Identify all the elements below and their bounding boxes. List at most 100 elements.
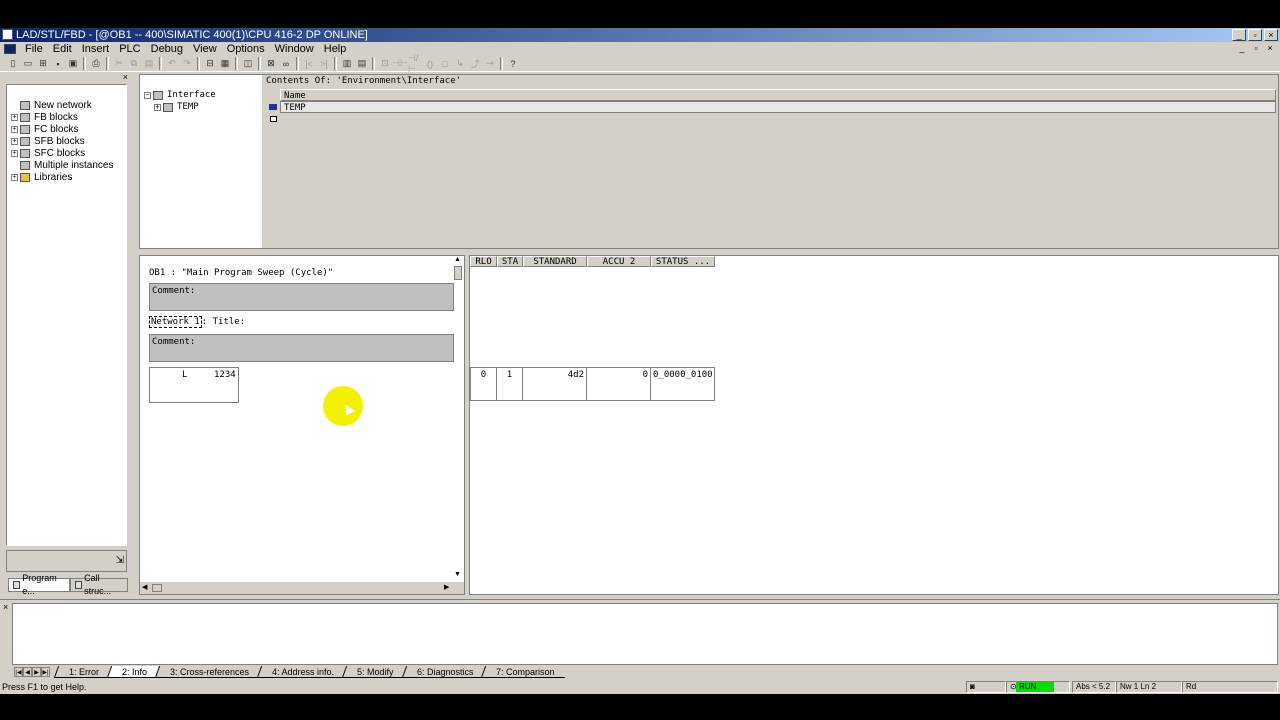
details-icon[interactable]: ▤	[355, 57, 369, 70]
network-label[interactable]: Network 1	[149, 316, 202, 328]
menu-insert[interactable]: Insert	[77, 42, 115, 56]
horizontal-scrollbar[interactable]: ◀ ▶	[140, 582, 464, 594]
scroll-thumb[interactable]	[152, 584, 162, 592]
tab-program-elements[interactable]: Program e...	[8, 573, 70, 596]
tree-item-interface[interactable]: − Interface	[140, 89, 262, 101]
tree-item-multiple-instances[interactable]: Multiple instances	[7, 159, 126, 171]
mdi-restore-button[interactable]: ▫	[1250, 43, 1262, 54]
tree-item-new-network[interactable]: New network	[7, 99, 126, 111]
contact-no-icon[interactable]: ⊣⊢	[392, 57, 408, 70]
minimize-button[interactable]: _	[1232, 29, 1246, 41]
tab-cross-references[interactable]: 3: Cross-references	[154, 666, 264, 678]
next-icon[interactable]: >|	[317, 57, 331, 70]
tree-item-temp[interactable]: + TEMP	[140, 101, 262, 113]
paste-icon[interactable]: ▤	[142, 57, 156, 70]
scroll-left-icon[interactable]: ◀	[142, 583, 147, 591]
output-close-icon[interactable]: ×	[3, 602, 8, 612]
column-header-rlo[interactable]: RLO	[470, 256, 497, 267]
document-menu-icon[interactable]	[4, 44, 16, 54]
tab-error[interactable]: 1: Error	[53, 666, 114, 678]
save-icon[interactable]: ▪	[51, 57, 65, 70]
cut-icon[interactable]: ✂	[112, 57, 126, 70]
branch-open-icon[interactable]: ↳	[453, 57, 467, 70]
tab-diagnostics[interactable]: 6: Diagnostics	[401, 666, 488, 678]
connection-icon[interactable]: ⊸	[483, 57, 497, 70]
tree-item-libraries[interactable]: + Libraries	[7, 171, 126, 183]
stl-statement-box[interactable]: L 1234	[149, 367, 239, 403]
tree-item-sfb-blocks[interactable]: + SFB blocks	[7, 135, 126, 147]
menu-edit[interactable]: Edit	[48, 42, 77, 56]
column-header-sta[interactable]: STA	[497, 256, 523, 267]
compare-icon[interactable]: ⊟	[203, 57, 217, 70]
tab-prev-icon[interactable]: ◀	[23, 667, 32, 677]
scroll-thumb[interactable]	[454, 266, 462, 280]
table-row-empty[interactable]	[280, 113, 1276, 125]
pin-icon[interactable]: ⇲	[116, 555, 124, 566]
branch-close-icon[interactable]: ⤴	[468, 57, 482, 70]
menu-plc[interactable]: PLC	[114, 42, 145, 56]
tree-item-fc-blocks[interactable]: + FC blocks	[7, 123, 126, 135]
insert-network-icon[interactable]: ⊡	[378, 57, 392, 70]
breakpoint-icon[interactable]: ⊠	[264, 57, 278, 70]
vertical-scrollbar[interactable]: ▲ ▼	[452, 256, 464, 581]
collapse-icon[interactable]: −	[144, 91, 151, 99]
print-icon[interactable]: ⎙	[89, 57, 103, 70]
close-button[interactable]: ×	[1264, 29, 1278, 41]
tab-info[interactable]: 2: Info	[106, 666, 162, 678]
tab-address-info[interactable]: 4: Address info.	[256, 666, 349, 678]
tab-call-structure[interactable]: Call struc...	[69, 573, 128, 596]
expand-icon[interactable]: +	[11, 125, 18, 133]
overview-icon[interactable]: ▥	[340, 57, 354, 70]
tab-comparison[interactable]: 7: Comparison	[480, 666, 569, 678]
column-header-accu2[interactable]: ACCU 2	[587, 256, 651, 267]
tab-modify[interactable]: 5: Modify	[341, 666, 408, 678]
column-header-status[interactable]: STATUS ...	[651, 256, 715, 267]
expand-icon[interactable]: +	[11, 173, 18, 181]
scroll-right-icon[interactable]: ▶	[444, 583, 449, 591]
contact-nc-icon[interactable]: ⊣/⊢	[408, 53, 422, 74]
coil-icon[interactable]: ()	[423, 57, 437, 70]
tree-item-fb-blocks[interactable]: + FB blocks	[7, 111, 126, 123]
previous-icon[interactable]: |<	[302, 57, 316, 70]
menu-window[interactable]: Window	[270, 42, 319, 56]
block-comment[interactable]: Comment:	[149, 283, 454, 311]
expand-icon[interactable]: +	[154, 103, 161, 111]
expand-icon[interactable]: +	[11, 137, 18, 145]
glasses-icon[interactable]: ∞	[279, 57, 293, 70]
tab-next-icon[interactable]: ▶	[32, 667, 41, 677]
tree-item-sfc-blocks[interactable]: + SFC blocks	[7, 147, 126, 159]
column-header-name[interactable]: Name	[280, 89, 1276, 101]
empty-box-icon[interactable]: □	[438, 57, 452, 70]
open-icon[interactable]: ▭	[21, 57, 35, 70]
menu-help[interactable]: Help	[319, 42, 352, 56]
code-section[interactable]: OB1 : "Main Program Sweep (Cycle)" Comme…	[139, 255, 465, 595]
menu-view[interactable]: View	[188, 42, 222, 56]
tab-first-icon[interactable]: |◀	[14, 667, 23, 677]
accessible-nodes-icon[interactable]: ⊞	[36, 57, 50, 70]
monitor-icon[interactable]: ◫	[241, 57, 255, 70]
status-word-value: 0_0000_0100	[651, 367, 715, 401]
new-icon[interactable]: ▯	[6, 57, 20, 70]
column-header-standard[interactable]: STANDARD	[523, 256, 587, 267]
undo-icon[interactable]: ↶	[165, 57, 179, 70]
tab-last-icon[interactable]: ▶|	[41, 667, 50, 677]
table-row[interactable]: TEMP	[280, 101, 1276, 113]
maximize-button[interactable]: ▫	[1248, 29, 1262, 41]
menu-debug[interactable]: Debug	[146, 42, 188, 56]
expand-icon[interactable]: +	[11, 149, 18, 157]
redo-icon[interactable]: ↷	[180, 57, 194, 70]
module-info-icon[interactable]: ▦	[218, 57, 232, 70]
mdi-minimize-button[interactable]: _	[1236, 43, 1248, 54]
copy-icon[interactable]: ⧉	[127, 57, 141, 70]
menu-options[interactable]: Options	[222, 42, 270, 56]
scroll-down-icon[interactable]: ▼	[454, 571, 461, 578]
expand-icon[interactable]: +	[11, 113, 18, 121]
panel-close-icon[interactable]: ×	[123, 72, 128, 82]
menu-file[interactable]: File	[20, 42, 48, 56]
library-icon	[20, 172, 30, 182]
context-help-icon[interactable]: ?	[506, 57, 520, 70]
mdi-close-button[interactable]: ×	[1264, 43, 1276, 54]
scroll-up-icon[interactable]: ▲	[454, 256, 461, 263]
download-icon[interactable]: ▣	[66, 57, 80, 70]
network-comment[interactable]: Comment:	[149, 334, 454, 362]
